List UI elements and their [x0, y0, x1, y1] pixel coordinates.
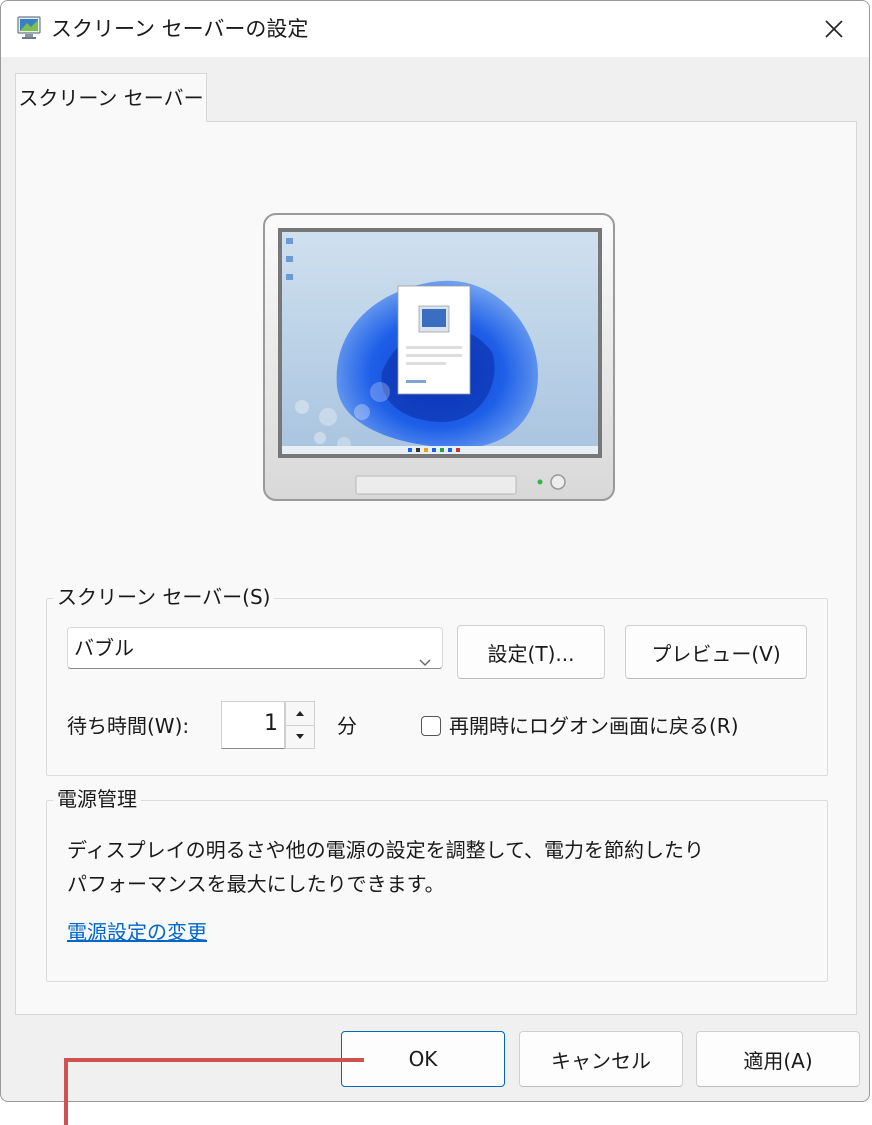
cancel-button-label: キャンセル: [551, 1048, 651, 1073]
monitor-preview-image: [263, 213, 615, 501]
resume-logon-checkbox[interactable]: [421, 716, 441, 736]
settings-button-label: 設定(T)...: [487, 641, 575, 666]
ok-button[interactable]: OK: [341, 1031, 505, 1087]
power-management-group: 電源管理 ディスプレイの明るさや他の電源の設定を調整して、電力を節約したり パフ…: [46, 784, 828, 982]
chevron-down-icon: [418, 640, 432, 680]
tab-screensaver[interactable]: スクリーン セーバー: [15, 73, 207, 122]
apply-button-label: 適用(A): [743, 1048, 813, 1073]
window-title: スクリーン セーバーの設定: [51, 17, 309, 41]
screensaver-select[interactable]: バブル: [67, 627, 443, 669]
settings-button[interactable]: 設定(T)...: [457, 625, 605, 679]
annotation-line-vertical: [64, 1058, 68, 1125]
wait-time-spinner: [285, 701, 315, 749]
annotation-line-horizontal: [64, 1058, 364, 1062]
wait-time-value: 1: [264, 711, 278, 736]
close-button[interactable]: [799, 1, 869, 57]
close-icon: [825, 20, 843, 38]
ok-button-label: OK: [408, 1047, 438, 1071]
screensaver-group-label: スクリーン セーバー(S): [53, 582, 275, 612]
spinner-up-button[interactable]: [286, 702, 314, 726]
triangle-down-icon: [296, 734, 304, 739]
title-bar: スクリーン セーバーの設定: [1, 1, 869, 57]
change-power-settings-link[interactable]: 電源設定の変更: [67, 917, 207, 947]
spinner-down-button[interactable]: [286, 725, 314, 748]
screensaver-group: スクリーン セーバー(S) バブル 設定(T)... プレビュー(V) 待ち時間…: [46, 582, 828, 776]
power-group-label: 電源管理: [53, 784, 141, 814]
wait-time-input[interactable]: 1: [221, 701, 285, 749]
resume-logon-label[interactable]: 再開時にログオン画面に戻る(R): [449, 711, 739, 741]
screensaver-settings-dialog: スクリーン セーバーの設定 スクリーン セーバー スクリーン セーバー(S) バ…: [0, 0, 870, 1102]
power-description-line1: ディスプレイの明るさや他の電源の設定を調整して、電力を節約したり: [67, 838, 704, 862]
tab-panel-screensaver: スクリーン セーバー(S) バブル 設定(T)... プレビュー(V) 待ち時間…: [15, 121, 857, 1015]
apply-button[interactable]: 適用(A): [696, 1031, 860, 1087]
triangle-up-icon: [296, 711, 304, 716]
display-settings-icon: [15, 15, 43, 41]
preview-button[interactable]: プレビュー(V): [625, 625, 807, 679]
wait-label: 待ち時間(W):: [67, 714, 190, 738]
screensaver-select-value: バブル: [74, 636, 134, 660]
cancel-button[interactable]: キャンセル: [519, 1031, 683, 1087]
preview-button-label: プレビュー(V): [651, 641, 781, 666]
wait-unit-label: 分: [337, 714, 357, 738]
power-description-line2: パフォーマンスを最大にしたりできます。: [67, 872, 445, 896]
